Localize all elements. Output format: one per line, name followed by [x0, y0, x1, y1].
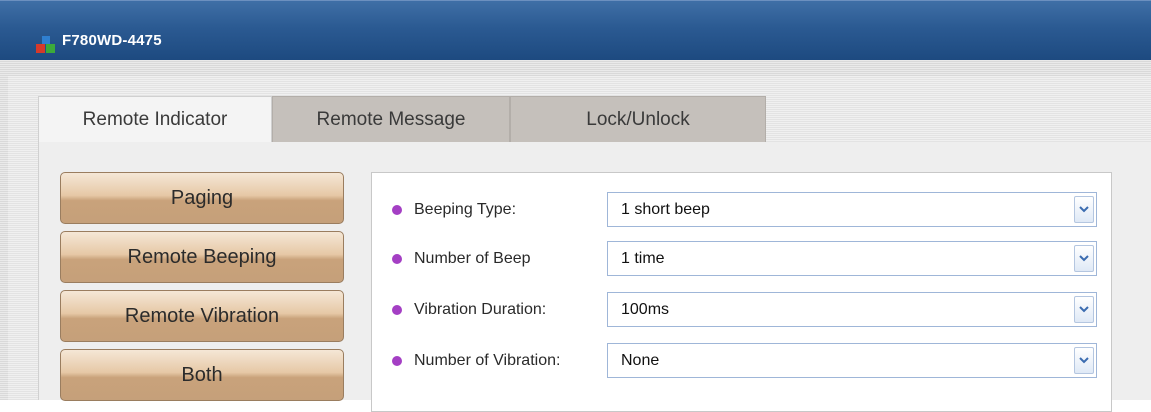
bullet-icon	[392, 254, 402, 264]
number-of-vibration-select[interactable]: None	[607, 343, 1097, 378]
number-of-beep-label: Number of Beep	[414, 250, 531, 267]
vibration-duration-value: 100ms	[621, 301, 670, 318]
dropdown-arrow-icon[interactable]	[1074, 245, 1094, 272]
window-title: F780WD-4475	[62, 32, 162, 49]
vibration-duration-select[interactable]: 100ms	[607, 292, 1097, 327]
bullet-icon	[392, 305, 402, 315]
beeping-type-select[interactable]: 1 short beep	[607, 192, 1097, 227]
beeping-type-label: Beeping Type:	[414, 201, 517, 218]
number-of-beep-value: 1 time	[621, 250, 665, 267]
beeping-type-value: 1 short beep	[621, 201, 710, 218]
number-of-vibration-value: None	[621, 352, 660, 369]
dropdown-arrow-icon[interactable]	[1074, 196, 1094, 223]
tab-remote-message[interactable]: Remote Message	[272, 96, 510, 142]
paging-button[interactable]: Paging	[60, 172, 344, 224]
both-button[interactable]: Both	[60, 349, 344, 401]
dropdown-arrow-icon[interactable]	[1074, 347, 1094, 374]
bullet-icon	[392, 205, 402, 215]
number-of-vibration-label: Number of Vibration:	[414, 352, 561, 369]
title-bar: F780WD-4475	[0, 0, 1151, 60]
tab-remote-indicator[interactable]: Remote Indicator	[38, 96, 272, 142]
remote-beeping-button[interactable]: Remote Beeping	[60, 231, 344, 283]
dropdown-arrow-icon[interactable]	[1074, 296, 1094, 323]
remote-vibration-button[interactable]: Remote Vibration	[60, 290, 344, 342]
app-icon	[36, 36, 55, 53]
tab-lock-unlock[interactable]: Lock/Unlock	[510, 96, 766, 142]
vibration-duration-label: Vibration Duration:	[414, 301, 547, 318]
number-of-beep-select[interactable]: 1 time	[607, 241, 1097, 276]
bullet-icon	[392, 356, 402, 366]
